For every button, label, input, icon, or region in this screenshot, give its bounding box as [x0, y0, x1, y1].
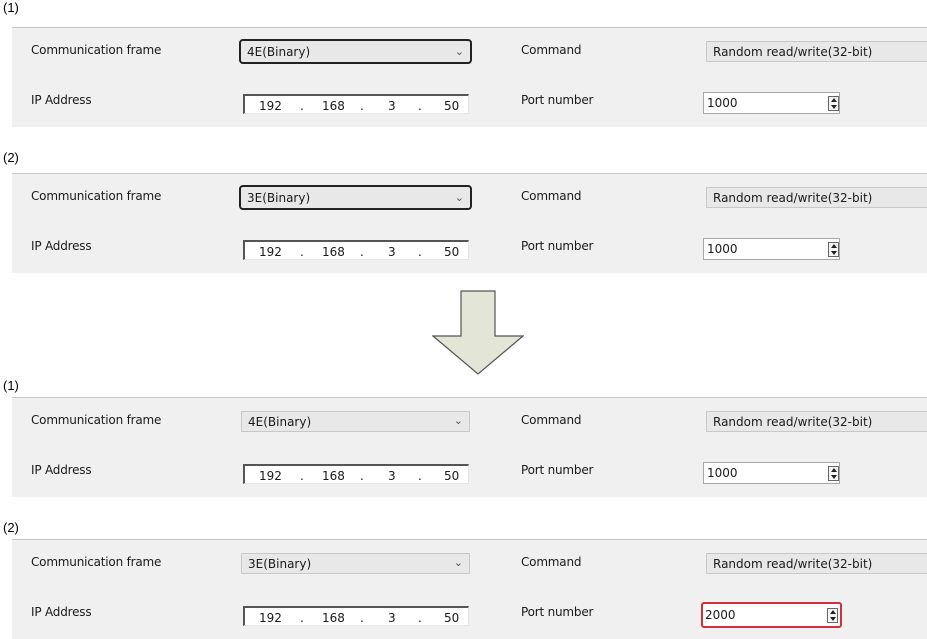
- ip-octet: 50: [444, 245, 460, 259]
- spin-updown-icon[interactable]: [828, 96, 839, 111]
- command-select[interactable]: Random read/write(32-bit) ⌄: [706, 411, 927, 432]
- port-number-label: Port number: [521, 93, 594, 107]
- ip-octet: 168: [322, 99, 345, 113]
- port-number-value: 2000: [705, 608, 736, 622]
- ip-dot: .: [300, 469, 304, 483]
- ip-dot: .: [360, 245, 364, 259]
- command-value: Random read/write(32-bit): [713, 191, 873, 205]
- port-number-value: 1000: [707, 96, 738, 110]
- ip-octet: 3: [388, 99, 396, 113]
- communication-frame-label: Communication frame: [31, 189, 162, 203]
- command-value: Random read/write(32-bit): [713, 45, 873, 59]
- communication-frame-label: Communication frame: [31, 413, 162, 427]
- settings-panel: Communication frame 3E(Binary) ⌄ Command…: [12, 173, 927, 273]
- ip-octet: 168: [322, 469, 345, 483]
- ip-octet: 50: [444, 469, 460, 483]
- spin-updown-icon[interactable]: [827, 608, 838, 623]
- command-label: Command: [521, 555, 582, 569]
- ip-octet: 192: [259, 99, 282, 113]
- settings-row: IP Address 192 . 168 . 3 . 50 Port numbe…: [12, 590, 927, 639]
- command-select[interactable]: Random read/write(32-bit) ⌄: [706, 553, 927, 574]
- port-number-input[interactable]: 1000: [703, 462, 840, 484]
- command-label: Command: [521, 413, 582, 427]
- chevron-down-icon: ⌄: [453, 414, 463, 427]
- ip-dot: .: [360, 611, 364, 625]
- command-select[interactable]: Random read/write(32-bit) ⌄: [706, 41, 927, 62]
- ip-octet: 3: [388, 469, 396, 483]
- settings-panel: Communication frame 4E(Binary) ⌄ Command…: [12, 397, 927, 497]
- settings-row: Communication frame 3E(Binary) ⌄ Command…: [12, 539, 927, 591]
- settings-row: IP Address 192 . 168 . 3 . 50 Port numbe…: [12, 224, 927, 273]
- settings-row: IP Address 192 . 168 . 3 . 50 Port numbe…: [12, 448, 927, 497]
- command-select[interactable]: Random read/write(32-bit) ⌄: [706, 187, 927, 208]
- ip-dot: .: [418, 245, 422, 259]
- ip-address-field[interactable]: 192 . 168 . 3 . 50: [243, 94, 469, 114]
- settings-row: Communication frame 3E(Binary) ⌄ Command…: [12, 173, 927, 225]
- ip-octet: 192: [259, 245, 282, 259]
- chevron-down-icon: ⌄: [454, 191, 464, 204]
- panel-label: (1): [3, 0, 19, 15]
- communication-frame-label: Communication frame: [31, 43, 162, 57]
- settings-panel: Communication frame 4E(Binary) ⌄ Command…: [12, 27, 927, 127]
- ip-dot: .: [360, 99, 364, 113]
- ip-octet: 168: [322, 245, 345, 259]
- settings-row: Communication frame 4E(Binary) ⌄ Command…: [12, 397, 927, 449]
- communication-frame-select[interactable]: 4E(Binary) ⌄: [241, 411, 470, 432]
- ip-address-label: IP Address: [31, 93, 92, 107]
- communication-frame-value: 3E(Binary): [248, 557, 312, 571]
- ip-address-label: IP Address: [31, 605, 92, 619]
- command-value: Random read/write(32-bit): [713, 557, 873, 571]
- ip-dot: .: [300, 99, 304, 113]
- port-number-input[interactable]: 2000: [701, 602, 842, 628]
- ip-dot: .: [300, 611, 304, 625]
- port-number-input[interactable]: 1000: [703, 238, 840, 260]
- settings-row: IP Address 192 . 168 . 3 . 50 Port numbe…: [12, 78, 927, 127]
- communication-frame-select[interactable]: 3E(Binary) ⌄: [241, 553, 470, 574]
- communication-frame-label: Communication frame: [31, 555, 162, 569]
- panel-label: (2): [3, 150, 19, 165]
- command-label: Command: [521, 43, 582, 57]
- ip-octet: 50: [444, 611, 460, 625]
- communication-frame-value: 3E(Binary): [247, 191, 311, 205]
- ip-dot: .: [418, 611, 422, 625]
- communication-frame-select[interactable]: 4E(Binary) ⌄: [239, 39, 472, 64]
- port-number-label: Port number: [521, 605, 594, 619]
- port-number-label: Port number: [521, 239, 594, 253]
- ip-address-label: IP Address: [31, 239, 92, 253]
- chevron-down-icon: ⌄: [453, 556, 463, 569]
- chevron-down-icon: ⌄: [454, 45, 464, 58]
- spin-updown-icon[interactable]: [828, 466, 839, 481]
- ip-octet: 3: [388, 611, 396, 625]
- ip-octet: 168: [322, 611, 345, 625]
- port-number-input[interactable]: 1000: [703, 92, 840, 114]
- port-number-label: Port number: [521, 463, 594, 477]
- ip-address-label: IP Address: [31, 463, 92, 477]
- ip-octet: 192: [259, 469, 282, 483]
- arrow-down-icon: [432, 290, 524, 375]
- settings-row: Communication frame 4E(Binary) ⌄ Command…: [12, 27, 927, 79]
- panel-label: (2): [3, 520, 19, 535]
- ip-dot: .: [300, 245, 304, 259]
- ip-octet: 50: [444, 99, 460, 113]
- ip-octet: 3: [388, 245, 396, 259]
- communication-frame-value: 4E(Binary): [248, 415, 312, 429]
- communication-frame-value: 4E(Binary): [247, 45, 311, 59]
- ip-address-field[interactable]: 192 . 168 . 3 . 50: [243, 606, 469, 626]
- settings-panel: Communication frame 3E(Binary) ⌄ Command…: [12, 539, 927, 639]
- ip-octet: 192: [259, 611, 282, 625]
- ip-dot: .: [418, 99, 422, 113]
- ip-dot: .: [360, 469, 364, 483]
- port-number-value: 1000: [707, 466, 738, 480]
- command-value: Random read/write(32-bit): [713, 415, 873, 429]
- ip-address-field[interactable]: 192 . 168 . 3 . 50: [243, 464, 469, 484]
- panel-label: (1): [3, 378, 19, 393]
- spin-updown-icon[interactable]: [828, 242, 839, 257]
- communication-frame-select[interactable]: 3E(Binary) ⌄: [239, 185, 472, 210]
- command-label: Command: [521, 189, 582, 203]
- port-number-value: 1000: [707, 242, 738, 256]
- ip-address-field[interactable]: 192 . 168 . 3 . 50: [243, 240, 469, 260]
- ip-dot: .: [418, 469, 422, 483]
